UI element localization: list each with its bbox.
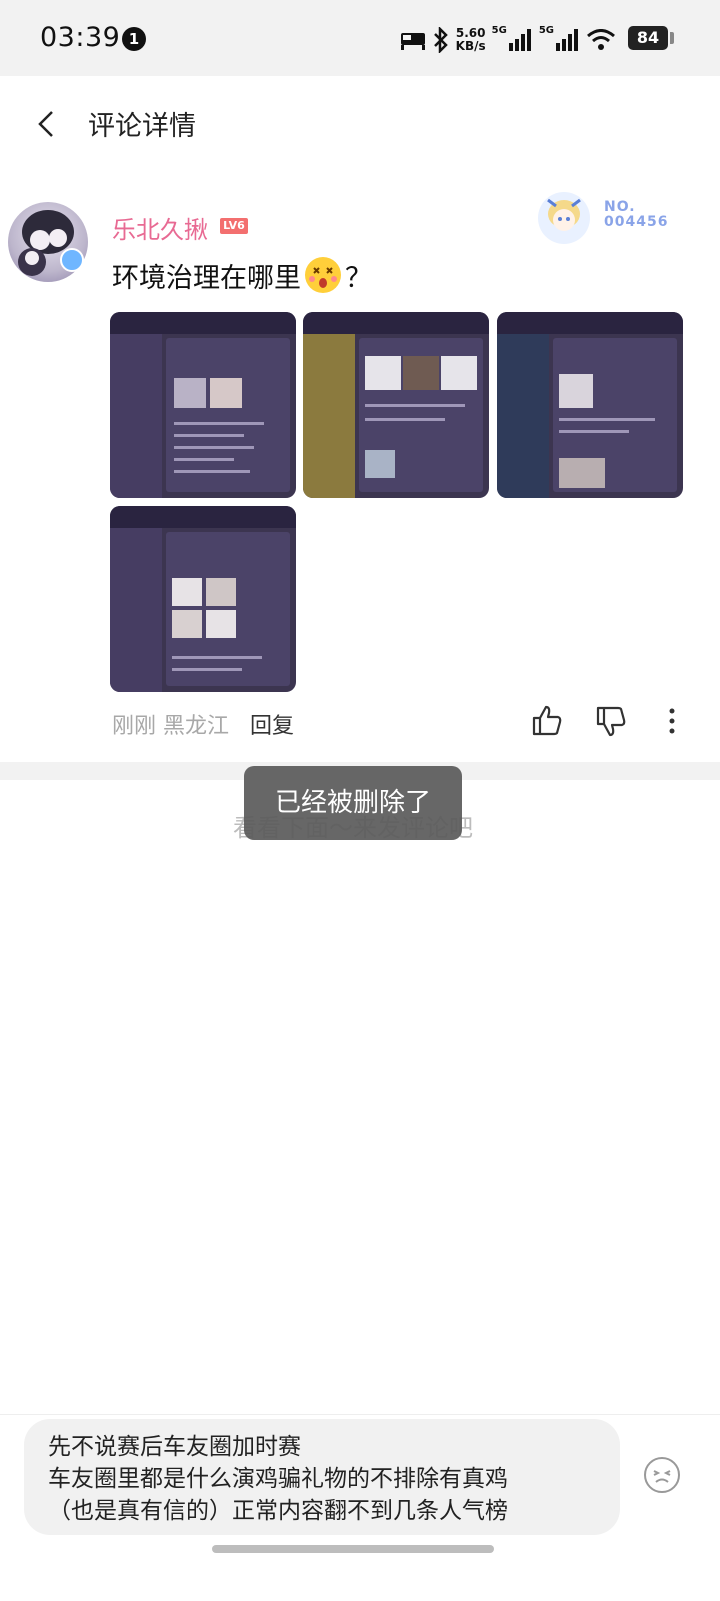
comment-image[interactable] [110,506,296,692]
comment-meta: 刚刚 黑龙江 [112,708,229,740]
level-badge: LV6 [220,218,248,234]
status-bar: 03:39 1 5.60 KB/s 5G 5G 84 [0,0,720,76]
status-time: 03:39 [40,22,121,53]
notification-count-badge: 1 [122,27,146,51]
username[interactable]: 乐北久揪 [112,210,208,245]
emoji-picker-icon[interactable] [642,1455,682,1495]
sim1-label: 5G [491,24,507,36]
reply-input-text[interactable]: 先不说赛后车友圈加时赛 车友圈里都是什么演鸡骗礼物的不排除有真鸡 （也是真有信的… [48,1431,508,1527]
comment-location: 黑龙江 [163,714,230,739]
comment-image[interactable] [110,312,296,498]
mascot-sticker-icon [538,192,590,244]
reply-input[interactable]: 先不说赛后车友圈加时赛 车友圈里都是什么演鸡骗礼物的不排除有真鸡 （也是真有信的… [24,1419,620,1535]
bluetooth-icon [433,27,448,53]
number-badge: NO. 004456 [604,199,669,230]
reply-button[interactable]: 回复 [250,708,294,740]
signal-icon-2 [556,29,578,51]
top-bar: 评论详情 [0,76,720,172]
thumbs-up-icon[interactable] [530,704,564,738]
comment-text-tail: ？ [345,263,372,294]
back-icon[interactable] [28,104,68,144]
verified-badge-icon [60,248,84,272]
home-indicator [212,1545,494,1553]
signal-icon-1 [508,29,531,51]
comment-image[interactable] [303,312,489,498]
more-options-icon[interactable] [662,704,682,738]
sim2-label: 5G [538,24,554,36]
battery-level: 84 [628,26,668,50]
bed-icon [400,33,425,50]
page-title: 评论详情 [88,111,196,142]
dizzy-face-emoji-icon [305,257,341,293]
reply-input-bar: 先不说赛后车友圈加时赛 车友圈里都是什么演鸡骗礼物的不排除有真鸡 （也是真有信的… [0,1414,720,1601]
comment-text-main: 环境治理在哪里 [112,263,301,294]
comment-time: 刚刚 [112,714,157,739]
toast-message: 已经被删除了 [244,766,462,840]
comment-text: 环境治理在哪里 ？ [112,256,372,295]
net-speed: 5.60 KB/s [455,26,486,53]
thumbs-down-icon[interactable] [594,704,628,738]
wifi-icon [587,29,615,50]
status-icons: 5.60 KB/s 5G 5G [400,24,616,56]
comment-image[interactable] [497,312,683,498]
battery-tip [670,32,674,44]
